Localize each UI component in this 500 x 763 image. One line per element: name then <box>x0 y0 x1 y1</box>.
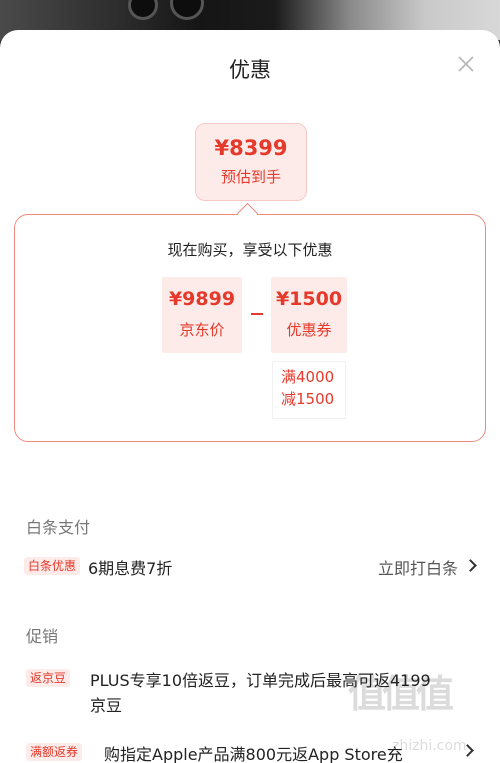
baitiao-action-link[interactable]: 立即打白条 <box>378 555 458 579</box>
estimated-price-box: ¥8399 预估到手 <box>195 123 307 201</box>
estimated-price-label: 预估到手 <box>220 168 281 186</box>
coupon-value: ¥1500 <box>275 288 343 310</box>
coupon-condition-line1: 满4000 <box>281 368 335 386</box>
promotions-section-title: 促销 <box>26 627 59 646</box>
chevron-right-icon[interactable] <box>464 559 477 572</box>
baitiao-section-title: 白条支付 <box>26 518 91 537</box>
promo-item-coupon-return[interactable]: 购指定Apple产品满800元返App Store充 <box>104 741 403 763</box>
watermark-url: zhizhi.com <box>392 738 467 754</box>
coupon-condition: 满4000 减1500 <box>272 361 346 419</box>
sheet-title: 优惠 <box>229 58 271 82</box>
jd-price-label: 京东价 <box>179 321 225 339</box>
baitiao-text: 6期息费7折 <box>88 559 173 578</box>
coupon-card: ¥1500 优惠券 <box>271 277 347 353</box>
coupon-label: 优惠券 <box>286 321 332 339</box>
baitiao-tag: 白条优惠 <box>24 557 81 575</box>
jd-price-value: ¥9899 <box>168 288 236 310</box>
promo-tag-coupon-return: 满额返券 <box>26 743 83 761</box>
offer-breakdown-box: 现在购买，享受以下优惠 ¥9899 京东价 ¥1500 优惠券 满4000 减1… <box>14 214 486 442</box>
promotion-sheet: 优惠 ¥8399 预估到手 现在购买，享受以下优惠 ¥9899 京东价 ¥150… <box>0 30 500 763</box>
coupon-condition-line2: 减1500 <box>281 390 335 408</box>
promo-tag-jingdou: 返京豆 <box>26 669 71 687</box>
estimated-price: ¥8399 <box>214 136 288 160</box>
jd-price-card: ¥9899 京东价 <box>162 277 242 353</box>
close-icon[interactable] <box>454 52 478 76</box>
watermark-logo: 值值值 <box>348 672 454 716</box>
offer-heading: 现在购买，享受以下优惠 <box>167 241 333 259</box>
minus-sign <box>251 313 263 315</box>
